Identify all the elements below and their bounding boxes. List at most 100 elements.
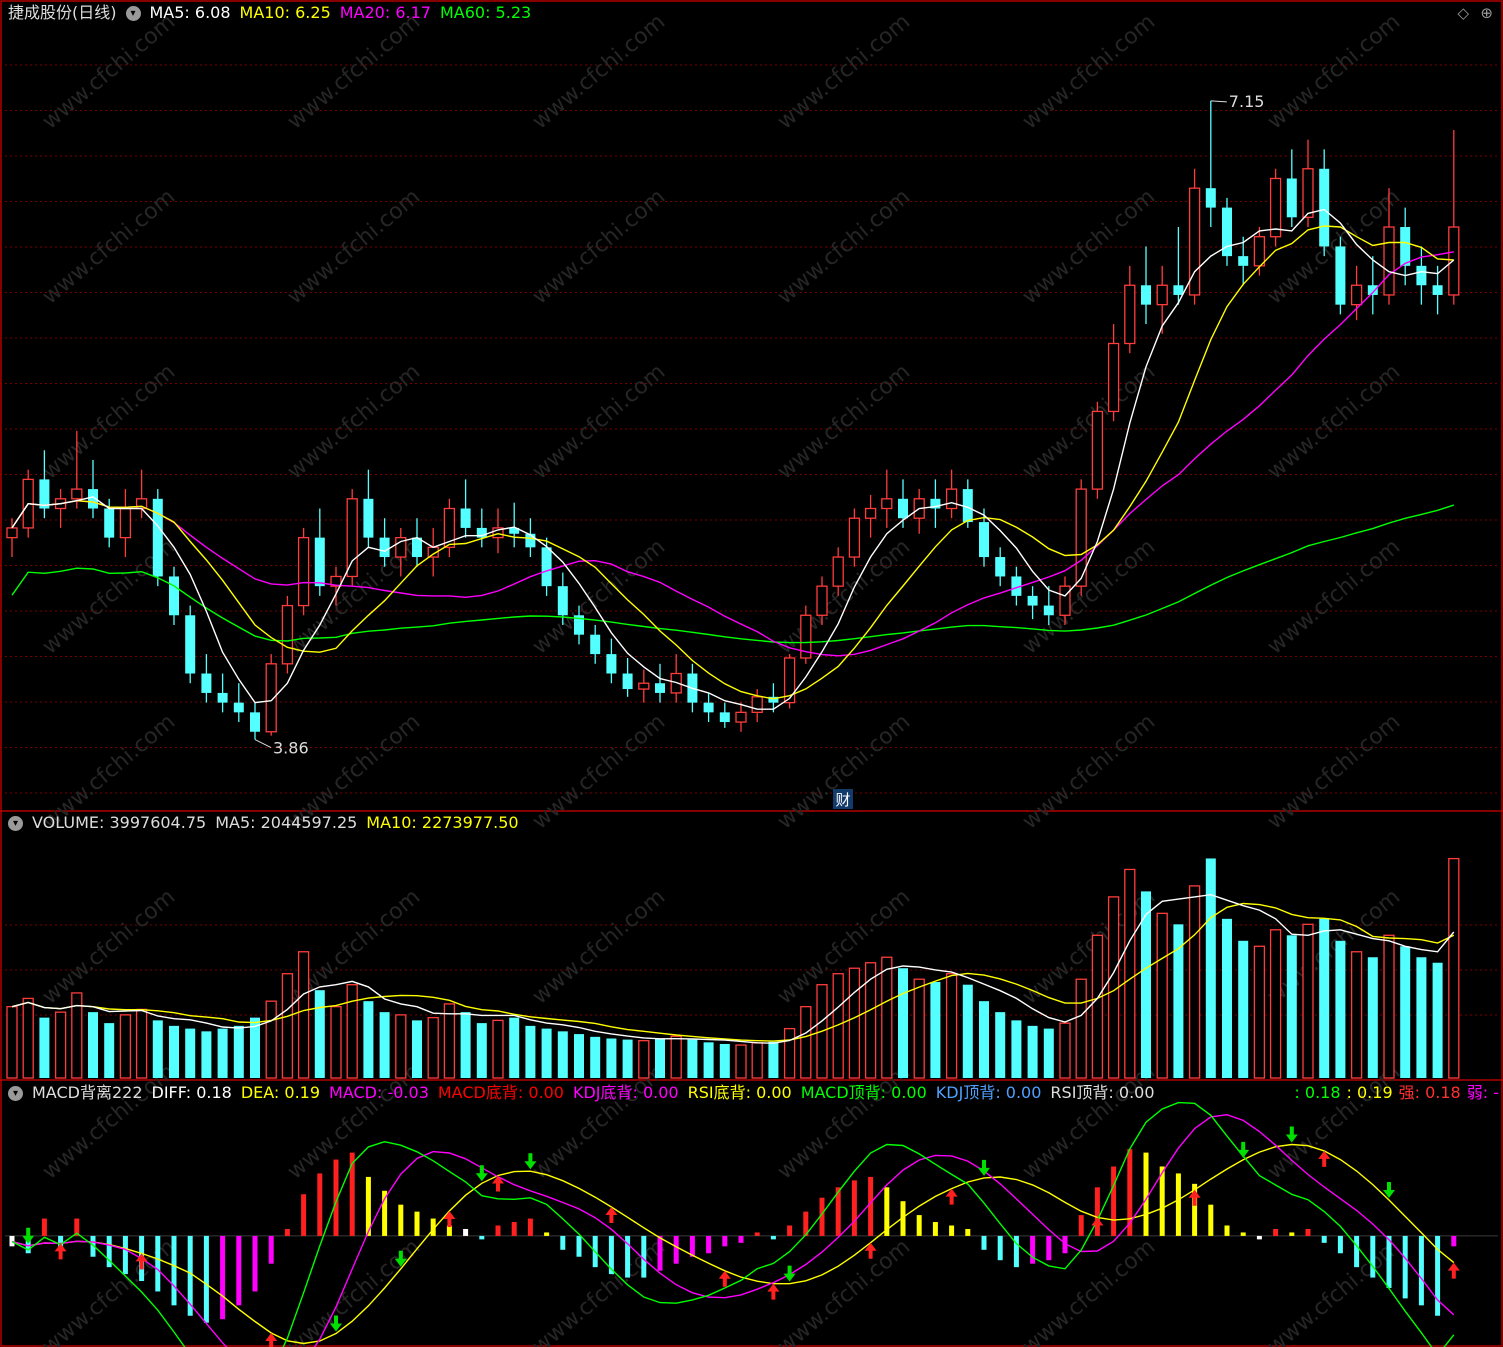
volume-bar (525, 1025, 536, 1078)
watermark-text: www.cfchi.com (38, 184, 180, 309)
high-price-pointer (1210, 100, 1227, 103)
candle-body (864, 507, 877, 519)
watermark-text: www.cfchi.com (38, 884, 180, 1009)
candle-body (735, 711, 747, 723)
volume-bar (1400, 946, 1411, 1078)
macd-histogram-bar (787, 1225, 793, 1236)
volume-bar (1075, 978, 1087, 1079)
watermark-text: www.cfchi.com (528, 9, 670, 134)
volume-bar (22, 997, 34, 1079)
candle-body (185, 615, 196, 674)
candle-body (1286, 178, 1297, 218)
volume-bar (54, 1011, 67, 1079)
indicator-menu-icon[interactable]: ▾ (8, 1085, 23, 1101)
candle-body (1416, 265, 1427, 286)
volume-bar (1027, 1025, 1038, 1078)
candle-body (71, 488, 83, 500)
watermark-text: www.cfchi.com (1018, 1059, 1160, 1184)
watermark-text: www.cfchi.com (38, 359, 180, 484)
volume-bar (1383, 934, 1395, 1079)
volume-bar (39, 1017, 50, 1078)
stock-chart-svg[interactable]: www.cfchi.com www.cfchi.com www.cfchi.com w… (0, 0, 1503, 1347)
candle-body (39, 479, 50, 509)
candle-body (1205, 188, 1216, 208)
macd-histogram-bar (1208, 1204, 1214, 1236)
macd-histogram-bar (479, 1235, 485, 1240)
volume-bar (330, 1006, 342, 1079)
sell-arrow-icon (22, 1227, 35, 1244)
volume-panel-header: ▾ VOLUME: 3997604.75 MA5: 2044597.25 MA10:… (8, 812, 528, 834)
volume-bar (1432, 962, 1443, 1078)
volume-bar (104, 1023, 115, 1078)
macd-histogram-bar (1143, 1152, 1149, 1236)
macd-readout: MACD: -0.03 (329, 1083, 429, 1102)
volume-bar (297, 951, 310, 1079)
volume-bar (1302, 923, 1314, 1079)
macd-histogram-bar (868, 1176, 874, 1236)
volume-bar (460, 1012, 471, 1078)
volume-bar (412, 1020, 422, 1078)
volume-bar (638, 1040, 650, 1079)
volume-bar (557, 1031, 568, 1078)
candle-body (104, 508, 115, 538)
volume-bar (201, 1031, 212, 1078)
macd-histogram-bar (301, 1194, 307, 1236)
volume-bar (783, 1027, 796, 1079)
diamond-icon[interactable]: ◇ (1457, 4, 1469, 22)
watermark-text: www.cfchi.com (283, 9, 425, 134)
macd-histogram-bar (997, 1235, 1003, 1261)
candle-body (314, 537, 325, 587)
macd-readout: KDJ顶背: 0.00 (935, 1083, 1042, 1102)
candle-body (979, 522, 989, 558)
buy-arrow-icon (443, 1211, 456, 1228)
macd-readout: MACD底背: 0.00 (437, 1083, 564, 1102)
macd-histogram-bar (754, 1232, 760, 1236)
macd-histogram-bar (738, 1235, 744, 1243)
volume-bar (152, 1020, 163, 1078)
macd-histogram-bar (1078, 1215, 1084, 1236)
candle-body (1367, 285, 1378, 295)
candle-body (1400, 227, 1411, 266)
macd-right-readouts: : 0.18: 0.19 强: 0.18 弱: - (1288, 1082, 1499, 1104)
dea-line (11, 1143, 1455, 1345)
watermark-text: www.cfchi.com (1018, 184, 1160, 309)
volume-bar (119, 1014, 132, 1079)
macd-histogram-bar (981, 1235, 987, 1250)
low-price-pointer (254, 739, 272, 748)
chart-stage[interactable]: www.cfchi.com www.cfchi.com www.cfchi.com w… (0, 0, 1503, 1347)
macd-histogram-bar (1030, 1235, 1036, 1264)
candle-body (848, 517, 861, 558)
macd-panel-header: ▾ MACD背离222 DIFF: 0.18 DEA: 0.19 MACD: -0.0… (8, 1082, 1164, 1104)
volume-bar (1238, 940, 1249, 1078)
volume-bar (1319, 918, 1330, 1078)
watermark-text: www.cfchi.com (1263, 534, 1405, 659)
watermark-text: www.cfchi.com (773, 359, 915, 484)
candle-body (816, 585, 828, 616)
watermark-text: www.cfchi.com (1263, 9, 1405, 134)
candle-body (655, 683, 665, 693)
candle-body (1173, 285, 1184, 295)
candle-body (1091, 410, 1104, 490)
ma60-line (11, 504, 1455, 644)
candle-body (460, 508, 471, 528)
candle-body (201, 673, 212, 693)
stock-name[interactable]: 捷成股份(日线) (8, 2, 117, 24)
volume-bar (185, 1028, 196, 1078)
candle-body (1350, 284, 1363, 306)
candle-body (250, 712, 260, 732)
macd-histogram-bar (1046, 1235, 1052, 1261)
candle-body (119, 507, 132, 539)
volume-bar (1173, 924, 1184, 1078)
indicator-menu-icon[interactable]: ▾ (8, 815, 23, 831)
crosshair-icon[interactable]: ⊕ (1480, 4, 1493, 22)
ma5-line (11, 208, 1455, 710)
ma-readout: MA20: 6.17 (339, 3, 431, 22)
macd-histogram-bar (41, 1218, 47, 1236)
candle-body (881, 498, 893, 510)
volume-bar (703, 1042, 714, 1078)
macd-histogram-bar (9, 1235, 15, 1247)
volume-bar (751, 1042, 763, 1079)
macd-histogram-bar (171, 1235, 177, 1306)
watermark-text: www.cfchi.com (528, 359, 670, 484)
indicator-menu-icon[interactable]: ▾ (125, 5, 141, 21)
